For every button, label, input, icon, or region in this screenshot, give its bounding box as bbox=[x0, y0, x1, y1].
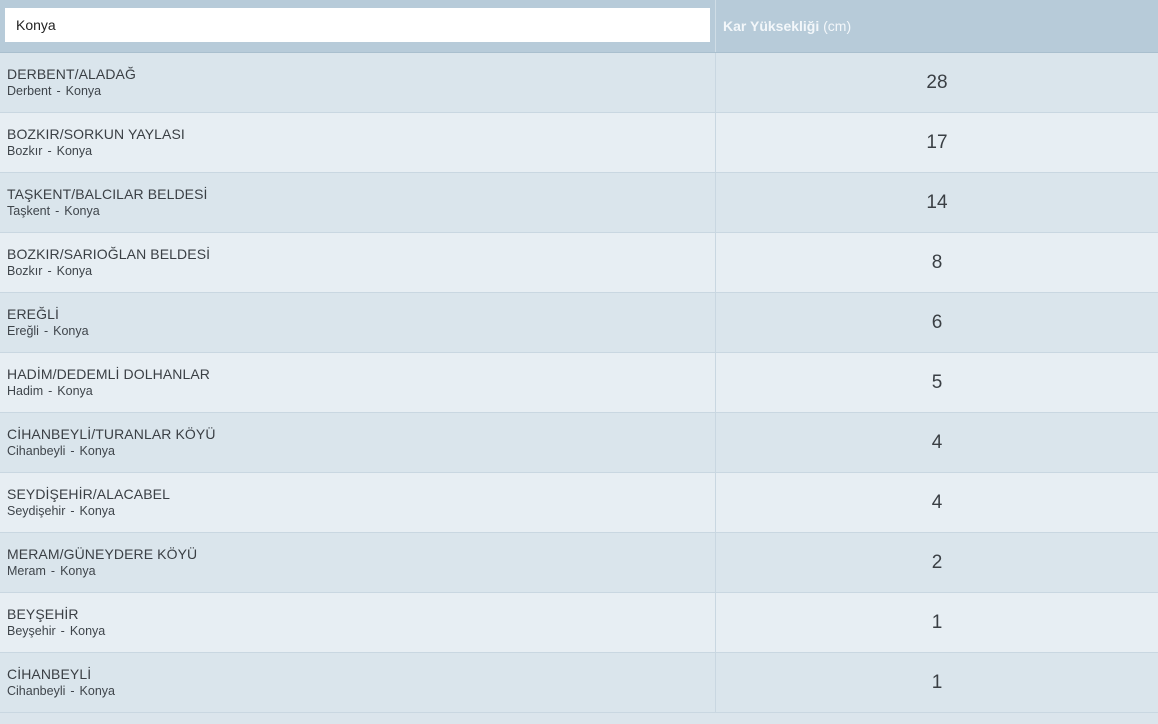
region-separator: - bbox=[70, 684, 75, 698]
district-name: Bozkır bbox=[7, 264, 43, 278]
station-name: BEYŞEHİR bbox=[7, 606, 79, 622]
column-header-snow-depth[interactable]: Kar Yüksekliği (cm) bbox=[716, 0, 1158, 52]
snow-depth-value: 1 bbox=[931, 671, 943, 693]
table-body: DERBENT/ALADAĞ Derbent - Konya 28 BOZKIR/S… bbox=[0, 53, 1158, 713]
station-cell: BOZKIR/SARIOĞLAN BELDESİ Bozkır - Konya bbox=[0, 233, 716, 292]
station-region: Cihanbeyli - Konya bbox=[7, 683, 715, 700]
station-region: Beyşehir - Konya bbox=[7, 623, 715, 640]
station-name: HADİM/DEDEMLİ DOLHANLAR bbox=[7, 366, 211, 382]
table-header: Kar Yüksekliği (cm) bbox=[0, 0, 1158, 53]
snow-depth-value: 5 bbox=[931, 371, 943, 393]
station-name: CİHANBEYLİ bbox=[7, 666, 92, 682]
region-separator: - bbox=[55, 204, 60, 218]
station-cell: HADİM/DEDEMLİ DOLHANLAR Hadim - Konya bbox=[0, 353, 716, 412]
province-name: Konya bbox=[56, 264, 93, 278]
table-row[interactable]: BOZKIR/SORKUN YAYLASI Bozkır - Konya 17 bbox=[0, 113, 1158, 173]
station-cell: CİHANBEYLİ/TURANLAR KÖYÜ Cihanbeyli - Kony… bbox=[0, 413, 716, 472]
province-name: Konya bbox=[53, 324, 89, 338]
region-separator: - bbox=[70, 444, 75, 458]
station-cell: MERAM/GÜNEYDERE KÖYÜ Meram - Konya bbox=[0, 533, 716, 592]
station-region: Bozkır - Konya bbox=[7, 143, 715, 160]
snow-depth-value: 17 bbox=[926, 131, 948, 153]
station-region: Seydişehir - Konya bbox=[7, 503, 715, 520]
province-name: Konya bbox=[79, 684, 115, 698]
table-row[interactable]: TAŞKENT/BALCILAR BELDESİ Taşkent - Konya 1… bbox=[0, 173, 1158, 233]
search-cell bbox=[0, 0, 716, 52]
snow-depth-value: 2 bbox=[931, 551, 943, 573]
district-name: Beyşehir bbox=[7, 624, 56, 638]
district-name: Cihanbeyli bbox=[7, 684, 66, 698]
region-separator: - bbox=[56, 84, 61, 98]
station-name: MERAM/GÜNEYDERE KÖYÜ bbox=[7, 546, 198, 562]
station-name: SEYDİŞEHİR/ALACABEL bbox=[7, 486, 170, 502]
province-name: Konya bbox=[57, 384, 93, 398]
snow-depth-value: 1 bbox=[931, 611, 943, 633]
district-name: Meram bbox=[7, 564, 46, 578]
province-name: Konya bbox=[65, 84, 102, 98]
district-name: Cihanbeyli bbox=[7, 444, 66, 458]
region-separator: - bbox=[47, 264, 52, 278]
station-name: BOZKIR/SORKUN YAYLASI bbox=[7, 126, 185, 142]
station-name: TAŞKENT/BALCILAR BELDESİ bbox=[7, 186, 208, 202]
district-name: Ereğli bbox=[7, 324, 39, 338]
station-region: Derbent - Konya bbox=[7, 83, 715, 100]
search-input[interactable] bbox=[5, 8, 710, 42]
province-name: Konya bbox=[56, 144, 93, 158]
table-row[interactable]: BOZKIR/SARIOĞLAN BELDESİ Bozkır - Konya 8 bbox=[0, 233, 1158, 293]
station-region: Bozkır - Konya bbox=[7, 263, 715, 280]
snow-depth-value: 4 bbox=[931, 431, 943, 453]
region-separator: - bbox=[48, 384, 53, 398]
province-name: Konya bbox=[64, 204, 100, 218]
snow-depth-value: 8 bbox=[931, 251, 943, 273]
table-row[interactable]: EREĞLİ Ereğli - Konya 6 bbox=[0, 293, 1158, 353]
station-region: Ereğli - Konya bbox=[7, 323, 715, 340]
table-row[interactable]: HADİM/DEDEMLİ DOLHANLAR Hadim - Konya 5 bbox=[0, 353, 1158, 413]
region-separator: - bbox=[70, 504, 75, 518]
district-name: Hadim bbox=[7, 384, 44, 398]
station-cell: BEYŞEHİR Beyşehir - Konya bbox=[0, 593, 716, 652]
region-separator: - bbox=[60, 624, 65, 638]
table-row[interactable]: CİHANBEYLİ/TURANLAR KÖYÜ Cihanbeyli - Kony… bbox=[0, 413, 1158, 473]
station-name: CİHANBEYLİ/TURANLAR KÖYÜ bbox=[7, 426, 216, 442]
station-name: BOZKIR/SARIOĞLAN BELDESİ bbox=[7, 246, 211, 262]
district-name: Taşkent bbox=[7, 204, 51, 218]
province-name: Konya bbox=[60, 564, 96, 578]
province-name: Konya bbox=[69, 624, 106, 638]
table-row[interactable]: SEYDİŞEHİR/ALACABEL Seydişehir - Konya 4 bbox=[0, 473, 1158, 533]
station-name: DERBENT/ALADAĞ bbox=[7, 66, 136, 82]
station-cell: CİHANBEYLİ Cihanbeyli - Konya bbox=[0, 653, 716, 712]
station-cell: BOZKIR/SORKUN YAYLASI Bozkır - Konya bbox=[0, 113, 716, 172]
snow-depth-table: Kar Yüksekliği (cm) DERBENT/ALADAĞ Derbe… bbox=[0, 0, 1158, 724]
region-separator: - bbox=[47, 144, 52, 158]
region-separator: - bbox=[50, 564, 56, 578]
table-row[interactable]: CİHANBEYLİ Cihanbeyli - Konya 1 bbox=[0, 653, 1158, 713]
snow-depth-value: 28 bbox=[926, 71, 948, 93]
column-header-unit: (cm) bbox=[823, 18, 852, 34]
station-cell: DERBENT/ALADAĞ Derbent - Konya bbox=[0, 53, 716, 112]
station-cell: EREĞLİ Ereğli - Konya bbox=[0, 293, 716, 352]
snow-depth-value: 14 bbox=[926, 191, 948, 213]
province-name: Konya bbox=[79, 504, 115, 518]
table-row[interactable]: DERBENT/ALADAĞ Derbent - Konya 28 bbox=[0, 53, 1158, 113]
station-region: Cihanbeyli - Konya bbox=[7, 443, 715, 460]
column-header-label: Kar Yüksekliği bbox=[723, 18, 820, 34]
table-row[interactable]: BEYŞEHİR Beyşehir - Konya 1 bbox=[0, 593, 1158, 653]
region-separator: - bbox=[43, 324, 49, 338]
snow-depth-value: 6 bbox=[931, 311, 943, 333]
district-name: Bozkır bbox=[7, 144, 43, 158]
snow-depth-value: 4 bbox=[931, 491, 943, 513]
station-region: Meram - Konya bbox=[7, 563, 715, 580]
province-name: Konya bbox=[79, 444, 115, 458]
table-row[interactable]: MERAM/GÜNEYDERE KÖYÜ Meram - Konya 2 bbox=[0, 533, 1158, 593]
station-cell: TAŞKENT/BALCILAR BELDESİ Taşkent - Konya bbox=[0, 173, 716, 232]
district-name: Seydişehir bbox=[7, 504, 66, 518]
station-name: EREĞLİ bbox=[7, 306, 59, 322]
station-region: Hadim - Konya bbox=[7, 383, 715, 400]
station-cell: SEYDİŞEHİR/ALACABEL Seydişehir - Konya bbox=[0, 473, 716, 532]
station-region: Taşkent - Konya bbox=[7, 203, 715, 220]
district-name: Derbent bbox=[7, 84, 52, 98]
